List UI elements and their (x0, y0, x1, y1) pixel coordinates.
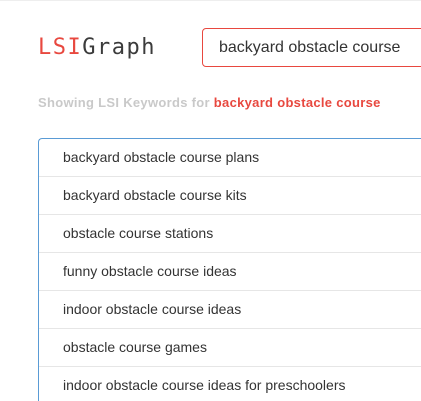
top-divider (0, 0, 421, 1)
keyword-result-item[interactable]: backyard obstacle course kits (39, 177, 421, 215)
search-box[interactable] (202, 28, 421, 67)
logo-lsi-text: LSI (38, 35, 83, 60)
keyword-result-item[interactable]: funny obstacle course ideas (39, 253, 421, 291)
results-heading: Showing LSI Keywords for backyard obstac… (38, 94, 381, 112)
logo-graph-text: Graph (82, 35, 156, 60)
keyword-result-item[interactable]: indoor obstacle course ideas (39, 291, 421, 329)
keyword-result-item[interactable]: indoor obstacle course ideas for prescho… (39, 367, 421, 401)
page: LSIGraph Showing LSI Keywords for backya… (0, 0, 421, 401)
heading-prefix: Showing LSI Keywords for (38, 95, 214, 110)
keyword-result-item[interactable]: backyard obstacle course plans (39, 139, 421, 177)
heading-keyword: backyard obstacle course (213, 95, 381, 110)
keyword-results-list: backyard obstacle course plans backyard … (38, 138, 421, 401)
lsigraph-logo[interactable]: LSIGraph (38, 33, 156, 63)
search-input[interactable] (219, 29, 421, 66)
keyword-result-item[interactable]: obstacle course games (39, 329, 421, 367)
keyword-result-item[interactable]: obstacle course stations (39, 215, 421, 253)
